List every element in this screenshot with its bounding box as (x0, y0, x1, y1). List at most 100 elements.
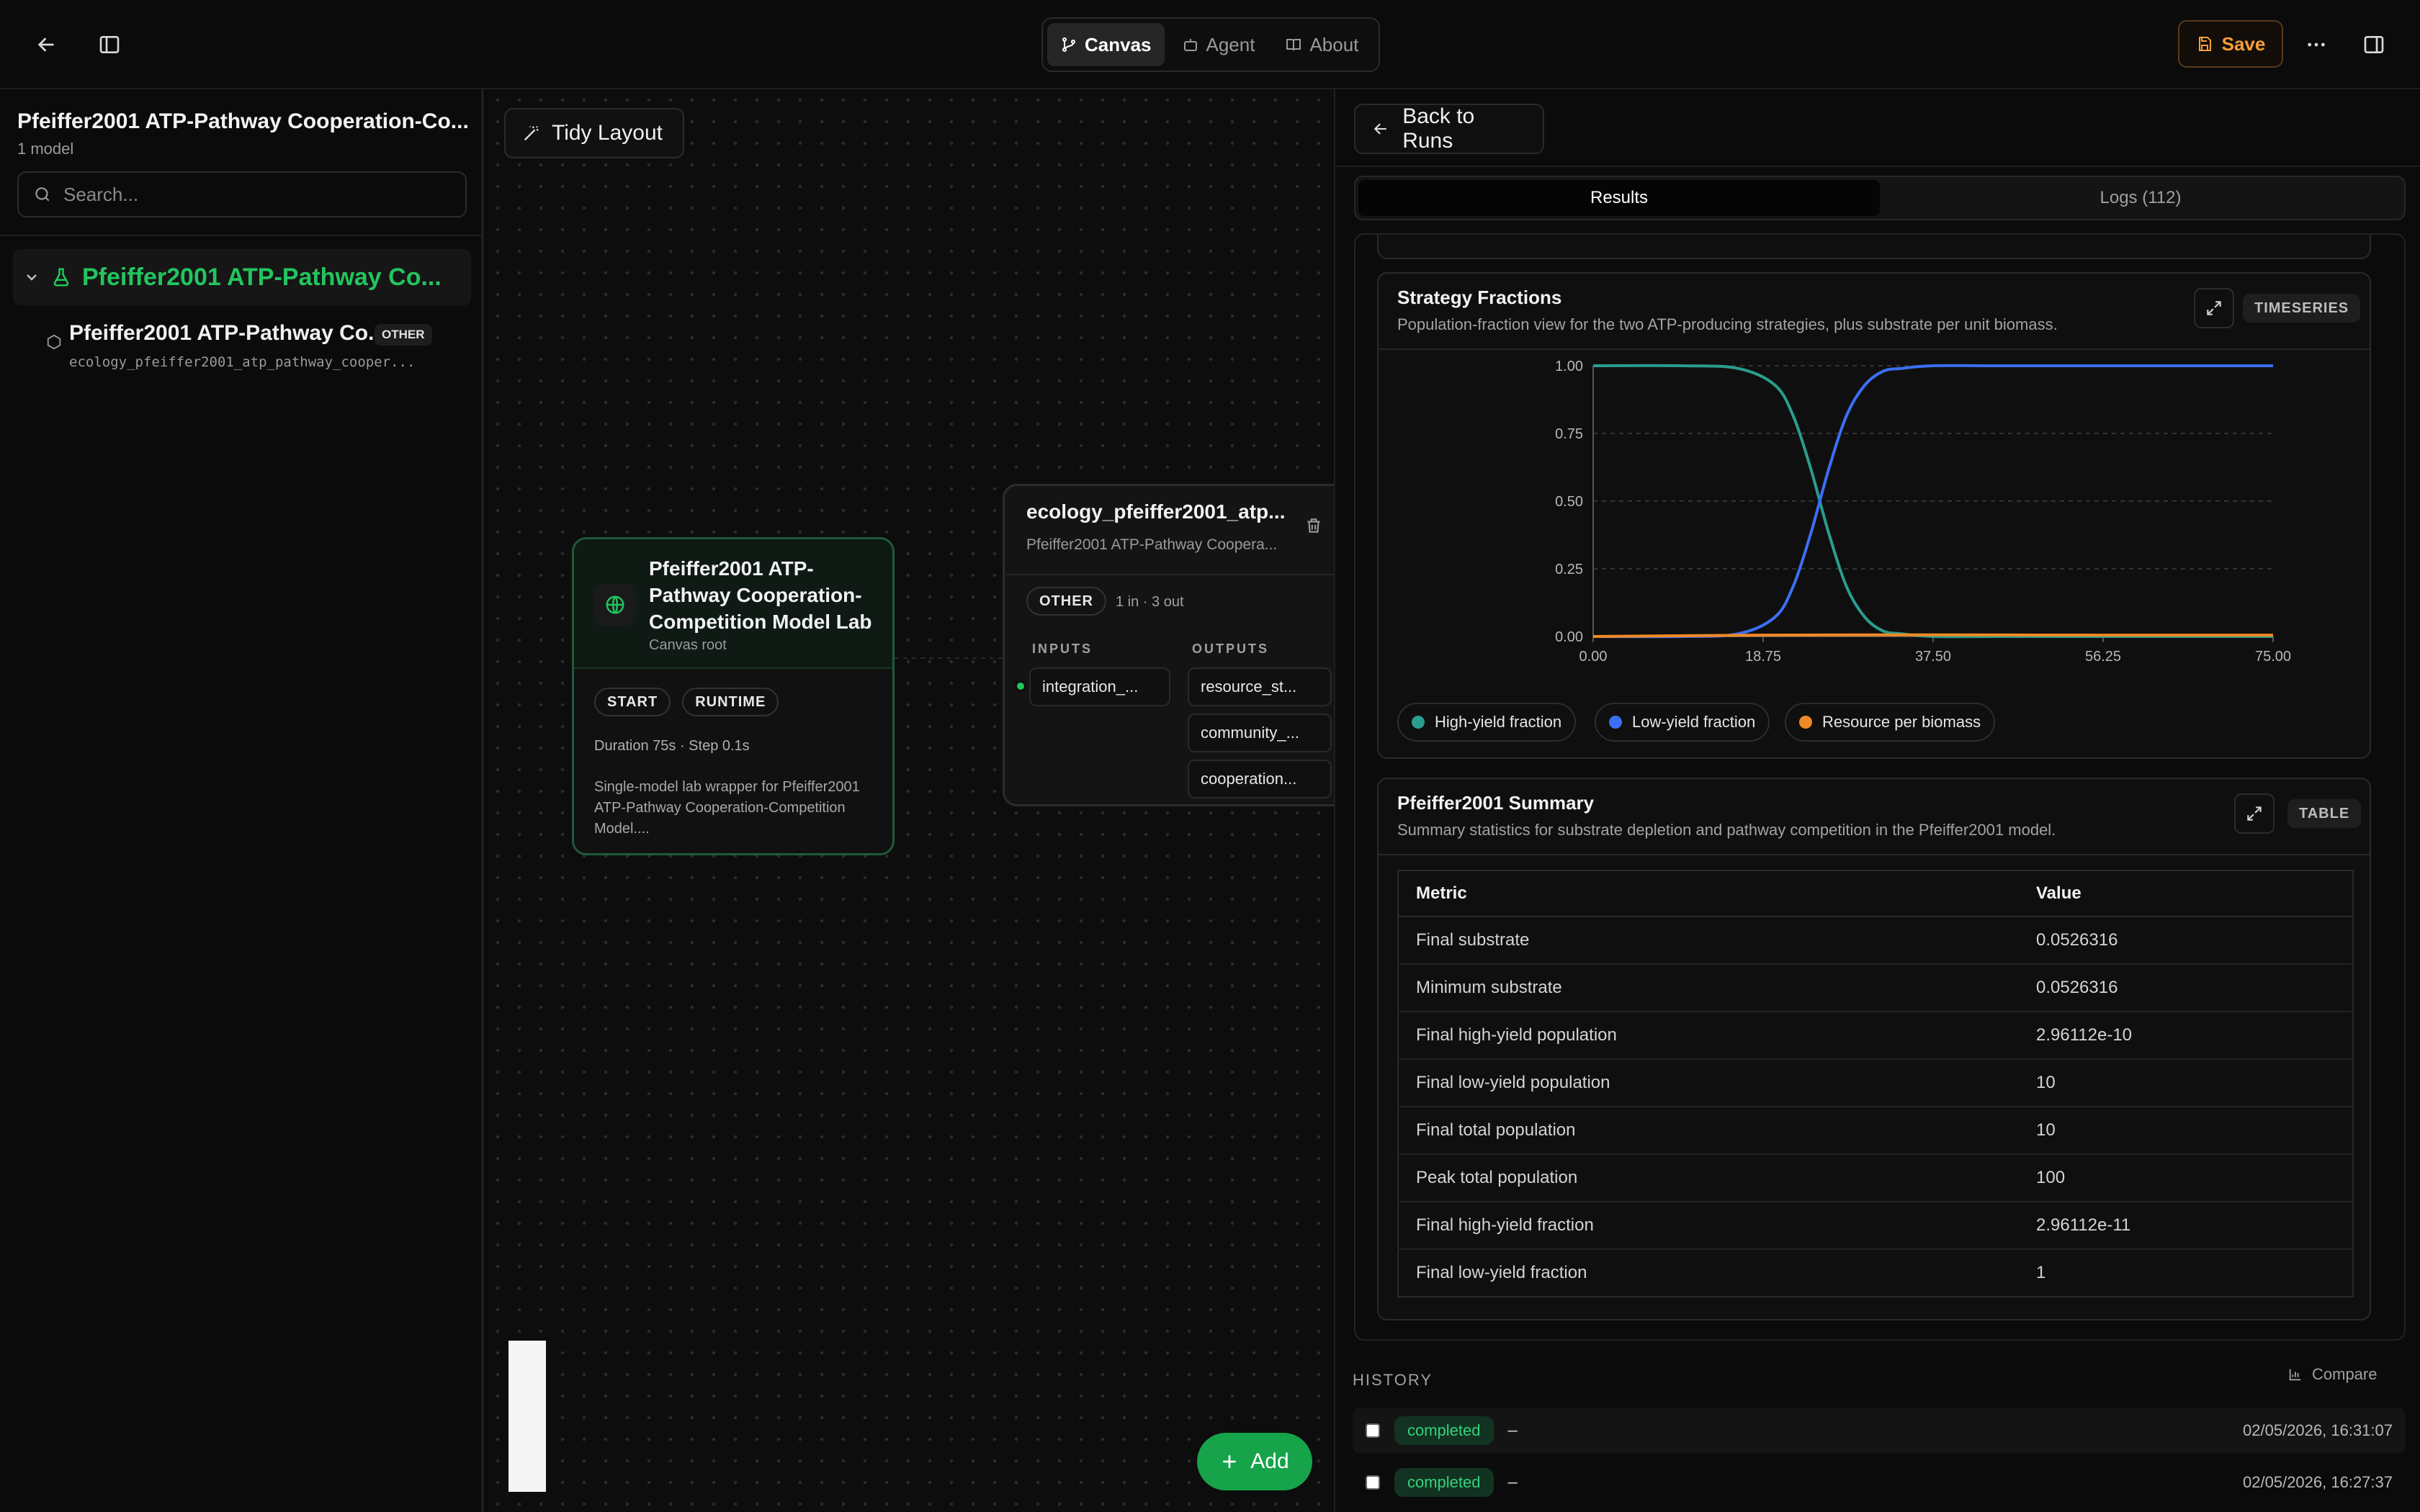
legend-low-yield[interactable]: Low-yield fraction (1595, 703, 1770, 742)
tidy-layout-button[interactable]: Tidy Layout (504, 108, 684, 158)
expand-icon[interactable] (2194, 288, 2234, 328)
output-port[interactable]: cooperation... (1188, 760, 1332, 798)
input-port[interactable]: integration_... (1029, 667, 1170, 706)
previous-card (1377, 235, 2371, 259)
input-port-handle[interactable] (1015, 680, 1026, 692)
y-tick-label: 1.00 (1555, 359, 1583, 374)
tab-logs[interactable]: Logs (112) (1880, 180, 2401, 216)
table-header-row: Metric Value (1398, 870, 2353, 917)
root-node-description: Single-model lab wrapper for Pfeiffer200… (594, 779, 860, 837)
panel-toggle-icon[interactable] (2348, 19, 2400, 71)
back-to-runs-label: Back to Runs (1402, 104, 1475, 153)
tab-about[interactable]: About (1272, 23, 1371, 66)
tab-agent-label: Agent (1206, 33, 1255, 55)
back-arrow-icon[interactable] (20, 19, 72, 71)
arrow-left-icon (1373, 123, 1386, 135)
add-label: Add (1250, 1449, 1289, 1473)
table-row: Final low-yield population 10 (1398, 1058, 2353, 1107)
divider (1005, 574, 1334, 575)
magic-wand-icon (524, 125, 539, 141)
timeseries-tag: TIMESERIES (2243, 294, 2361, 323)
series-line-3 (1592, 633, 2274, 638)
chart-card-title: Strategy Fractions (1397, 287, 1562, 308)
bot-icon (1183, 39, 1197, 51)
root-node-subtitle: Canvas root (649, 637, 727, 653)
value-cell: 0.0526316 (2019, 916, 2353, 964)
divider (0, 235, 484, 236)
table-card-description: Summary statistics for substrate depleti… (1397, 821, 2056, 839)
legend-swatch (1412, 716, 1425, 729)
project-model-count: 1 model (17, 140, 74, 158)
chevron-down-icon[interactable] (23, 269, 40, 286)
more-options-icon[interactable] (2290, 19, 2342, 71)
value-cell: 100 (2019, 1153, 2353, 1202)
root-node-tags: START RUNTIME (594, 688, 779, 716)
tidy-layout-label: Tidy Layout (552, 121, 663, 145)
results-panel: Back to Runs Results Logs (112) Strategy… (1334, 89, 2420, 1512)
runtime-tag: RUNTIME (682, 688, 779, 716)
run-note: – (1507, 1421, 1518, 1440)
minimap[interactable] (508, 1341, 546, 1492)
legend-swatch (1799, 716, 1812, 729)
row-checkbox[interactable] (1366, 1475, 1380, 1490)
flow-canvas[interactable]: Tidy Layout Pfeiffer2001 ATP-Pathway Coo… (487, 89, 1334, 1512)
compare-label: Compare (2312, 1365, 2378, 1383)
output-port[interactable]: community_... (1188, 714, 1332, 752)
edge-connector (895, 657, 1003, 659)
table-row: Final total population 10 (1398, 1106, 2353, 1154)
table-row: Final substrate 0.0526316 (1398, 916, 2353, 964)
y-tick-label: 0.50 (1555, 494, 1583, 510)
output-port-label: resource_st... (1201, 678, 1297, 696)
table-row: Final low-yield fraction 1 (1398, 1248, 2353, 1297)
history-row[interactable]: completed – 02/05/2026, 16:31:07 (1353, 1408, 2406, 1453)
tree-child-name: Pfeiffer2001 ATP-Pathway Co... (69, 321, 387, 345)
tab-results[interactable]: Results (1358, 180, 1880, 216)
tab-canvas-label: Canvas (1085, 33, 1152, 55)
y-tick-label: 0.00 (1555, 629, 1583, 645)
add-node-button[interactable]: Add (1197, 1433, 1312, 1490)
tree-item-lab[interactable]: Pfeiffer2001 ATP-Pathway Co... (13, 249, 471, 305)
model-node-subtitle: Pfeiffer2001 ATP-Pathway Coopera... (1026, 536, 1278, 553)
value-cell: 0.0526316 (2019, 963, 2353, 1012)
status-badge: completed (1394, 1416, 1494, 1445)
save-button[interactable]: Save (2178, 20, 2283, 68)
tab-canvas[interactable]: Canvas (1047, 23, 1165, 66)
metric-cell: Peak total population (1398, 1153, 2019, 1202)
tab-agent[interactable]: Agent (1169, 23, 1268, 66)
value-cell: 2.96112e-10 (2019, 1011, 2353, 1059)
output-port[interactable]: resource_st... (1188, 667, 1332, 706)
expand-icon[interactable] (2234, 793, 2275, 834)
save-label: Save (2221, 32, 2266, 55)
x-tick-label: 75.00 (2255, 649, 2291, 665)
divider (1379, 348, 2370, 350)
trash-icon[interactable] (1304, 516, 1323, 535)
model-node[interactable]: ecology_pfeiffer2001_atp... Pfeiffer2001… (1003, 484, 1334, 806)
strategy-fractions-chart: 0.00 0.25 0.50 0.75 1.00 0.00 18.75 37.50 56.25 7… (1555, 359, 2291, 665)
canvas-root-node[interactable]: Pfeiffer2001 ATP-Pathway Cooperation-Com… (572, 537, 895, 855)
legend-high-yield[interactable]: High-yield fraction (1397, 703, 1577, 742)
history-row[interactable]: completed – 02/05/2026, 16:27:37 (1353, 1460, 2406, 1505)
metric-cell: Final high-yield population (1398, 1011, 2019, 1059)
table-row: Peak total population 100 (1398, 1153, 2353, 1202)
strategy-fractions-card: Strategy Fractions Population-fraction v… (1377, 272, 2371, 759)
x-tick-label: 18.75 (1745, 649, 1781, 665)
sidebar-toggle-icon[interactable] (84, 19, 135, 71)
summary-table: Metric Value Final substrate 0.0526316 Mi… (1397, 870, 2354, 1297)
output-port-label: cooperation... (1201, 770, 1297, 788)
table-tag: TABLE (2287, 799, 2362, 828)
compare-button[interactable]: Compare (2287, 1365, 2377, 1384)
back-to-runs-button[interactable]: Back to Runs (1354, 104, 1544, 154)
row-checkbox[interactable] (1366, 1423, 1380, 1438)
search-input[interactable]: Search... (17, 171, 467, 217)
tree-item-model[interactable]: Pfeiffer2001 ATP-Pathway Co... OTHER eco… (46, 318, 464, 383)
column-header-metric: Metric (1398, 870, 2019, 917)
flask-icon (53, 268, 69, 287)
value-cell: 2.96112e-11 (2019, 1201, 2353, 1249)
model-node-badge: OTHER (1026, 587, 1106, 616)
project-sidebar: Pfeiffer2001 ATP-Pathway Cooperation-Co.… (0, 89, 484, 1512)
legend-resource-per-biomass[interactable]: Resource per biomass (1785, 703, 1996, 742)
results-scroll-area[interactable]: Strategy Fractions Population-fraction v… (1354, 233, 2406, 1341)
top-bar: Canvas Agent About Save (0, 0, 2420, 89)
y-tick-label: 0.25 (1555, 562, 1583, 577)
table-row: Final high-yield fraction 2.96112e-11 (1398, 1201, 2353, 1249)
